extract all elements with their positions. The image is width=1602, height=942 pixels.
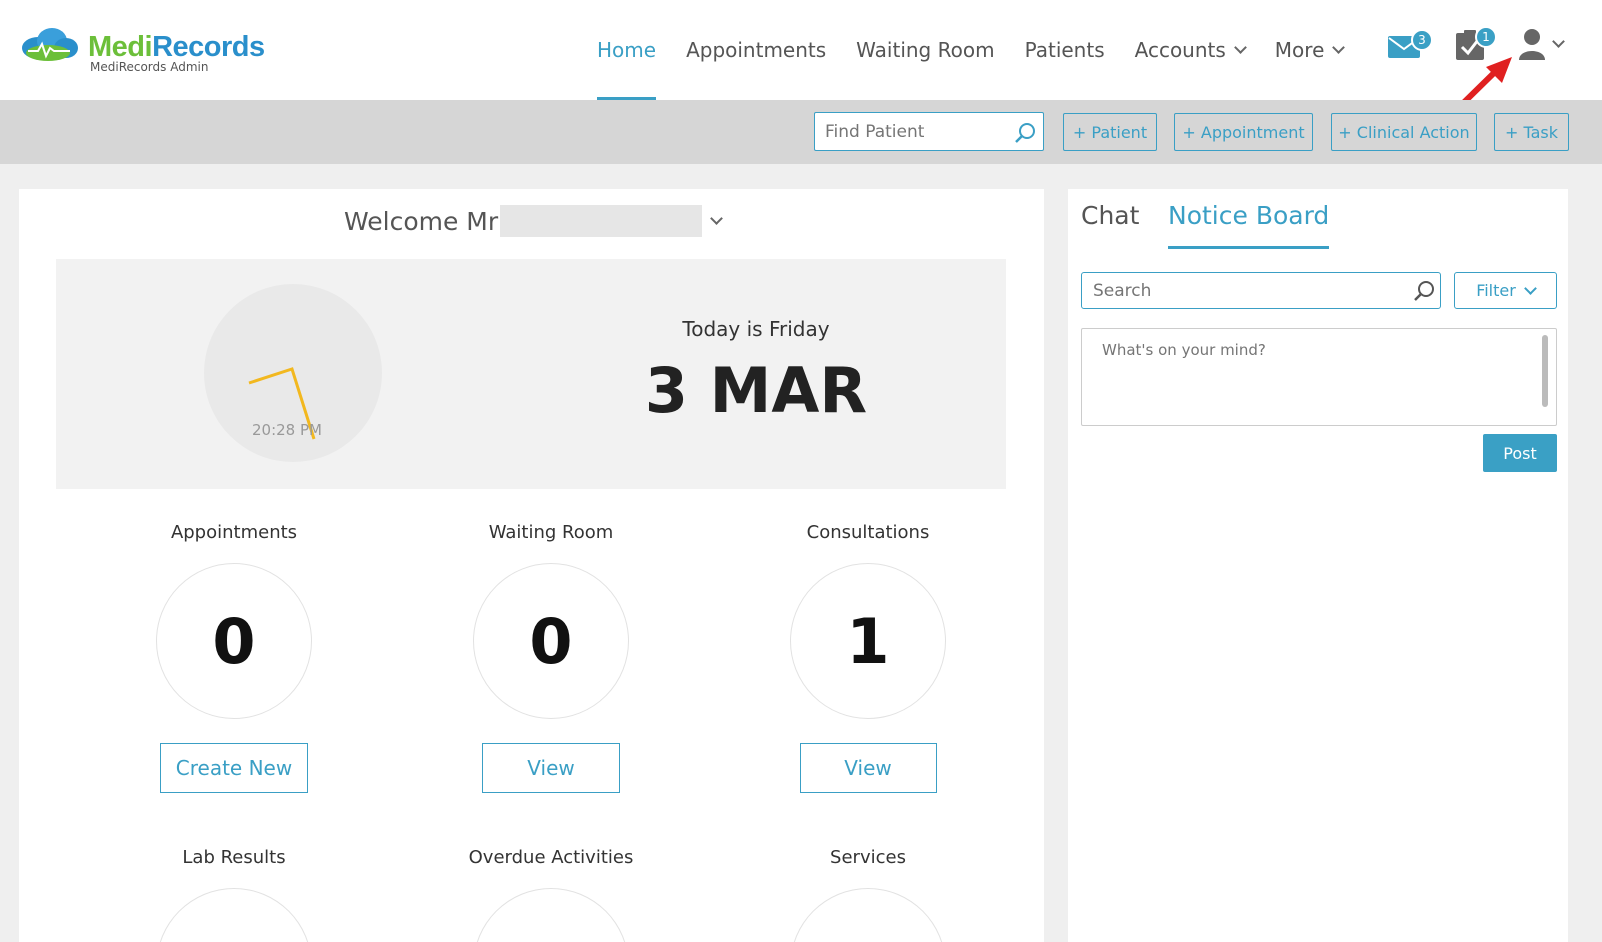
notice-search-field: [1081, 272, 1441, 309]
add-appointment-button[interactable]: + Appointment: [1174, 113, 1313, 151]
clock-time: 20:28 PM: [252, 421, 322, 439]
user-icon: [1519, 29, 1545, 60]
stat-waiting-room: Waiting Room 0 View: [431, 522, 671, 793]
notice-search-input[interactable]: [1082, 273, 1392, 308]
today-label: Today is Friday: [682, 317, 830, 341]
stat-overdue-activities: Overdue Activities: [431, 847, 671, 942]
nav-accounts-label: Accounts: [1134, 38, 1226, 62]
stat-label: Services: [830, 847, 906, 868]
search-icon[interactable]: [1013, 121, 1037, 145]
date-panel: 20:28 PM Today is Friday 3 MAR: [56, 259, 1006, 489]
nav-accounts[interactable]: Accounts: [1134, 0, 1247, 100]
chevron-down-icon: [1233, 40, 1247, 54]
tasks-badge: 1: [1475, 26, 1497, 48]
logo[interactable]: MediRecords MediRecords Admin: [18, 26, 265, 74]
stat-value: 0: [473, 563, 629, 719]
stat-services: Services: [748, 847, 988, 942]
chevron-down-icon: [1332, 40, 1346, 54]
search-icon[interactable]: [1412, 279, 1436, 303]
nav-waiting-room[interactable]: Waiting Room: [856, 0, 994, 100]
stat-consultations: Consultations 1 View: [748, 522, 988, 793]
create-new-appointment-button[interactable]: Create New: [160, 743, 308, 793]
tab-chat[interactable]: Chat: [1081, 201, 1139, 230]
welcome-text: Welcome Mr: [344, 206, 499, 236]
messages-button[interactable]: 3: [1387, 29, 1433, 64]
view-waiting-room-button[interactable]: View: [482, 743, 620, 793]
cloud-logo-icon: [22, 28, 78, 61]
redacted-name: [500, 205, 703, 237]
brand-subtitle: MediRecords Admin: [90, 60, 209, 74]
user-menu-button[interactable]: [1518, 28, 1565, 60]
main-nav: Home Appointments Waiting Room Patients …: [597, 0, 1373, 100]
action-bar: + Patient + Appointment + Clinical Actio…: [0, 100, 1602, 164]
stat-label: Lab Results: [182, 847, 286, 868]
stat-label: Appointments: [170, 522, 298, 543]
messages-badge: 3: [1411, 29, 1433, 51]
find-patient-field: [814, 112, 1044, 151]
stat-appointments: Appointments 0 Create New: [114, 522, 354, 793]
chevron-down-icon: [1523, 281, 1537, 295]
notice-board-panel: Chat Notice Board Filter Post: [1068, 189, 1568, 942]
brand-name: MediRecords: [88, 31, 265, 63]
post-textarea[interactable]: [1082, 329, 1556, 425]
add-clinical-action-button[interactable]: + Clinical Action: [1331, 113, 1477, 151]
view-consultations-button[interactable]: View: [799, 743, 937, 793]
stat-value: 0: [156, 563, 312, 719]
scrollbar[interactable]: [1542, 335, 1548, 407]
nav-more[interactable]: More: [1274, 0, 1346, 100]
filter-button[interactable]: Filter: [1454, 272, 1557, 309]
nav-appointments[interactable]: Appointments: [686, 0, 826, 100]
stat-lab-results: Lab Results: [114, 847, 354, 942]
filter-label: Filter: [1476, 281, 1516, 300]
current-date: 3 MAR: [644, 354, 868, 427]
stat-circle: [156, 888, 312, 942]
add-patient-button[interactable]: + Patient: [1063, 113, 1157, 151]
add-task-button[interactable]: + Task: [1494, 113, 1569, 151]
stat-circle: [790, 888, 946, 942]
chevron-down-icon: [710, 211, 724, 225]
nav-home[interactable]: Home: [597, 0, 657, 100]
stat-label: Overdue Activities: [468, 847, 634, 868]
stat-value: 1: [790, 563, 946, 719]
tab-notice-board[interactable]: Notice Board: [1168, 201, 1330, 249]
stat-label: Waiting Room: [488, 522, 614, 543]
post-button[interactable]: Post: [1483, 434, 1557, 472]
stat-label: Consultations: [806, 522, 930, 543]
post-box: [1081, 328, 1557, 426]
nav-more-label: More: [1274, 38, 1325, 62]
nav-patients[interactable]: Patients: [1025, 0, 1105, 100]
chevron-down-icon: [1552, 34, 1565, 48]
analog-clock: 20:28 PM: [204, 284, 382, 462]
top-navbar: MediRecords MediRecords Admin Home Appoi…: [0, 0, 1602, 100]
stat-circle: [473, 888, 629, 942]
dashboard-card: Welcome Mr 20:28 PM Today is Friday 3 MA…: [19, 189, 1044, 942]
find-patient-input[interactable]: [815, 113, 1005, 150]
welcome-menu[interactable]: Welcome Mr: [344, 205, 724, 237]
